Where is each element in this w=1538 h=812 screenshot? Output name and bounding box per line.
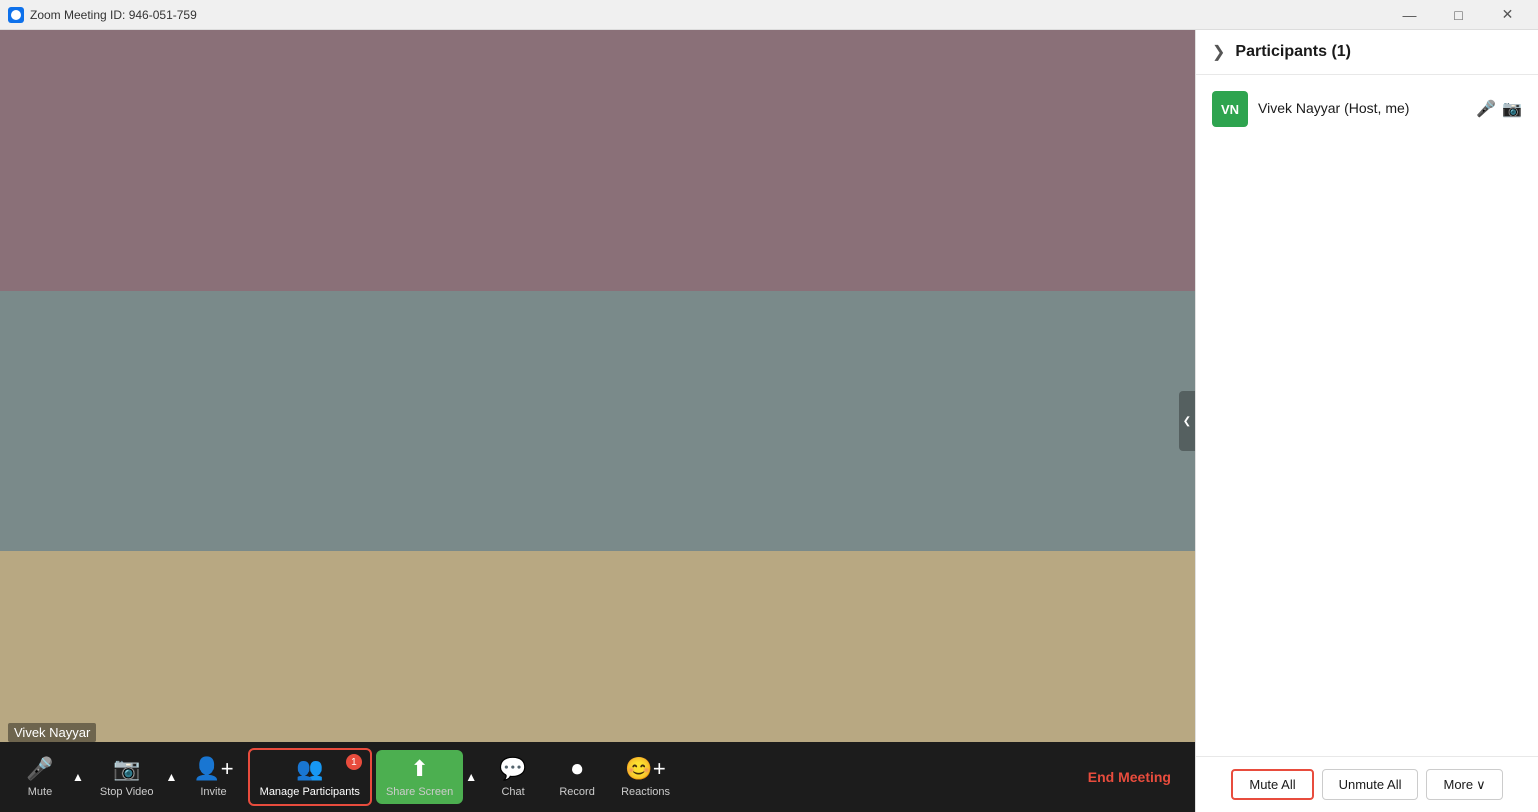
toolbar: 🎤 Mute ▲ 📷 Stop Video ▲ 👤+ Invite bbox=[0, 742, 1195, 812]
video-main bbox=[0, 30, 1195, 812]
mute-icon: 🎤 bbox=[26, 756, 53, 782]
reactions-icon: 😊+ bbox=[625, 756, 665, 782]
mute-chevron[interactable]: ▲ bbox=[70, 768, 86, 786]
sidebar-collapse-button[interactable]: ❯ bbox=[1212, 42, 1225, 62]
avatar: VN bbox=[1212, 91, 1248, 127]
mic-icon: 🎤 bbox=[1476, 99, 1496, 119]
close-button[interactable]: ✕ bbox=[1485, 0, 1530, 30]
mute-all-button[interactable]: Mute All bbox=[1231, 769, 1313, 800]
invite-button[interactable]: 👤+ Invite bbox=[183, 750, 243, 804]
video-group: 📷 Stop Video ▲ bbox=[90, 750, 180, 804]
mute-button[interactable]: 🎤 Mute bbox=[10, 750, 70, 804]
main-container: Vivek Nayyar ❮ 🎤 Mute ▲ 📷 Stop Video ▲ bbox=[0, 30, 1538, 812]
manage-participants-button[interactable]: 👥 Manage Participants 1 bbox=[248, 748, 372, 806]
stop-video-button[interactable]: 📷 Stop Video bbox=[90, 750, 164, 804]
video-chevron[interactable]: ▲ bbox=[164, 768, 180, 786]
titlebar-left: Zoom Meeting ID: 946-051-759 bbox=[8, 7, 197, 23]
chat-icon: 💬 bbox=[499, 756, 526, 782]
video-area: Vivek Nayyar ❮ 🎤 Mute ▲ 📷 Stop Video ▲ bbox=[0, 30, 1195, 812]
record-button[interactable]: ⏺ Record bbox=[547, 750, 607, 804]
more-button[interactable]: More ∨ bbox=[1426, 769, 1502, 800]
participants-icon: 👥 bbox=[296, 756, 323, 782]
video-band-top bbox=[0, 30, 1195, 291]
share-chevron[interactable]: ▲ bbox=[463, 768, 479, 786]
maximize-button[interactable]: □ bbox=[1436, 0, 1481, 30]
participants-sidebar: ❯ Participants (1) VN Vivek Nayyar (Host… bbox=[1195, 30, 1538, 812]
titlebar-title: Zoom Meeting ID: 946-051-759 bbox=[30, 8, 197, 22]
sidebar-title: Participants (1) bbox=[1235, 43, 1351, 61]
video-band-middle bbox=[0, 291, 1195, 552]
mute-group: 🎤 Mute ▲ bbox=[10, 750, 86, 804]
participant-status-icons: 🎤 📷 bbox=[1476, 99, 1522, 119]
share-group: ⬆ Share Screen ▲ bbox=[376, 750, 479, 804]
chat-button[interactable]: 💬 Chat bbox=[483, 750, 543, 804]
share-screen-icon: ⬆ bbox=[410, 756, 428, 782]
minimize-button[interactable]: — bbox=[1387, 0, 1432, 30]
share-screen-button[interactable]: ⬆ Share Screen bbox=[376, 750, 463, 804]
sidebar-footer: Mute All Unmute All More ∨ bbox=[1196, 756, 1538, 812]
participant-name: Vivek Nayyar (Host, me) bbox=[1258, 100, 1409, 116]
record-icon: ⏺ bbox=[572, 756, 583, 782]
titlebar-controls: — □ ✕ bbox=[1387, 0, 1530, 30]
reactions-button[interactable]: 😊+ Reactions bbox=[611, 750, 680, 804]
titlebar: Zoom Meeting ID: 946-051-759 — □ ✕ bbox=[0, 0, 1538, 30]
participant-name-overlay: Vivek Nayyar bbox=[8, 723, 96, 742]
end-meeting-button[interactable]: End Meeting bbox=[1074, 761, 1185, 793]
participant-item[interactable]: VN Vivek Nayyar (Host, me) 🎤 📷 bbox=[1196, 83, 1538, 135]
more-chevron-icon: ∨ bbox=[1476, 777, 1486, 793]
participants-list: VN Vivek Nayyar (Host, me) 🎤 📷 bbox=[1196, 75, 1538, 756]
participant-info: Vivek Nayyar (Host, me) bbox=[1258, 100, 1466, 118]
camera-icon: 📷 bbox=[1502, 99, 1522, 119]
invite-icon: 👤+ bbox=[193, 756, 233, 782]
participants-badge: 1 bbox=[346, 754, 362, 770]
sidebar-header: ❯ Participants (1) bbox=[1196, 30, 1538, 75]
unmute-all-button[interactable]: Unmute All bbox=[1322, 769, 1419, 800]
video-icon: 📷 bbox=[113, 756, 140, 782]
zoom-app-icon bbox=[8, 7, 24, 23]
sidebar-collapse-arrow[interactable]: ❮ bbox=[1179, 391, 1195, 451]
